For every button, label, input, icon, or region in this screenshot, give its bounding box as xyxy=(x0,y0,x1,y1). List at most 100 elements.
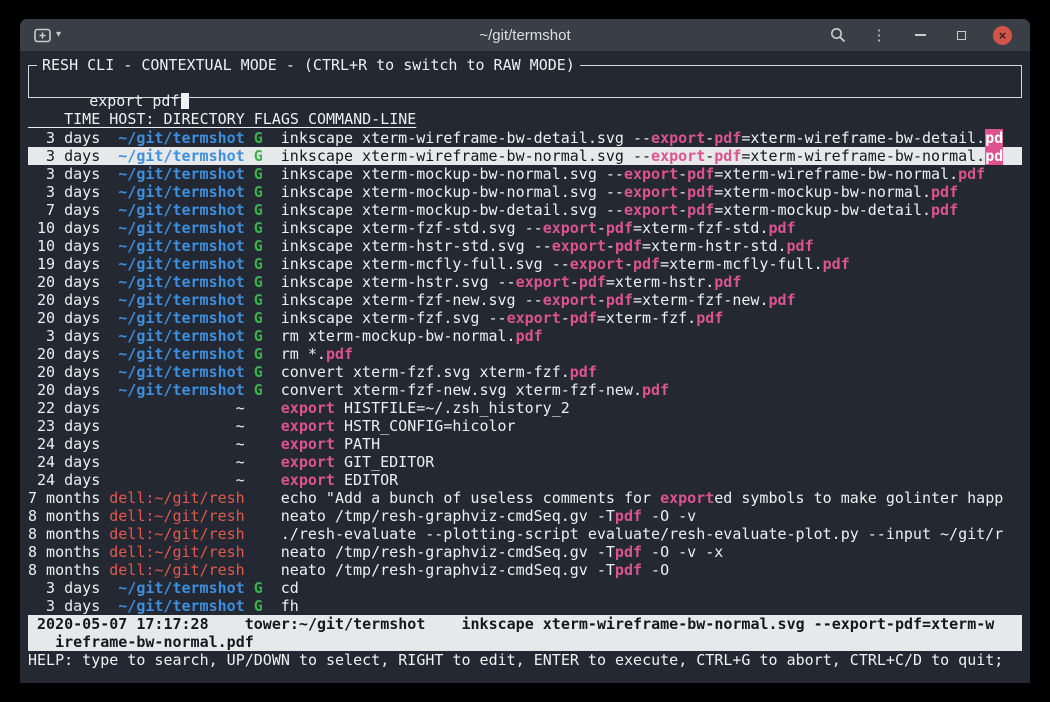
history-row[interactable]: 10 days~/git/termshotGinkscape xterm-fzf… xyxy=(28,219,1022,237)
search-icon xyxy=(830,27,846,43)
command-text: convert xterm-fzf-new.svg xterm-fzf-new. xyxy=(281,381,642,399)
entry-time: 8 months xyxy=(28,543,100,561)
history-row[interactable]: 8 monthsdell:~/git/reshneato /tmp/resh-g… xyxy=(28,507,1022,525)
match-highlight: export xyxy=(543,291,597,309)
history-row[interactable]: 8 monthsdell:~/git/reshneato /tmp/resh-g… xyxy=(28,561,1022,579)
entry-flags: G xyxy=(254,345,263,363)
match-highlight: pdf xyxy=(579,273,606,291)
history-row[interactable]: 20 days~/git/termshotGinkscape xterm-fzf… xyxy=(28,291,1022,309)
new-tab-button[interactable]: ▾ xyxy=(34,28,61,43)
history-row[interactable]: 8 monthsdell:~/git/resh./resh-evaluate -… xyxy=(28,525,1022,543)
history-row-selected[interactable]: 3 days~/git/termshotGinkscape xterm-wire… xyxy=(28,147,1022,165)
command-text: -O xyxy=(642,561,669,579)
command-text: -O -v xyxy=(642,507,696,525)
history-row[interactable]: 3 days~/git/termshotGcd xyxy=(28,579,1022,597)
match-highlight: export xyxy=(624,201,678,219)
history-row[interactable]: 24 days~export PATH xyxy=(28,435,1022,453)
entry-directory: ~ xyxy=(236,471,245,489)
history-row[interactable]: 7 monthsdell:~/git/reshecho "Add a bunch… xyxy=(28,489,1022,507)
entry-command: inkscape xterm-fzf-new.svg --export-pdf=… xyxy=(281,291,1022,309)
command-text: =xterm-fzf. xyxy=(597,309,696,327)
history-row[interactable]: 24 days ~ export EDITOR xyxy=(28,471,1022,489)
history-row[interactable]: 3 days~/git/termshotGinkscape xterm-mock… xyxy=(28,183,1022,201)
titlebar[interactable]: ▾ ~/git/termshot ⋮ × xyxy=(20,19,1030,51)
command-text: =xterm-mcfly-full. xyxy=(660,255,823,273)
entry-flags: G xyxy=(254,147,263,165)
entry-time: 3 days xyxy=(28,129,100,147)
history-row[interactable]: 20 days~/git/termshotGrm *.pdf xyxy=(28,345,1022,363)
entry-directory: ~/git/termshot xyxy=(118,129,244,147)
entry-time: 3 days xyxy=(28,165,100,183)
history-row[interactable]: 8 monthsdell:~/git/reshneato /tmp/resh-g… xyxy=(28,543,1022,561)
minimize-button[interactable] xyxy=(911,26,929,44)
command-text: HSTR_CONFIG=hicolor xyxy=(335,417,516,435)
entry-directory: ~/git/termshot xyxy=(118,165,244,183)
entry-time: 20 days xyxy=(28,345,100,363)
history-row[interactable]: 23 days~export HSTR_CONFIG=hicolor xyxy=(28,417,1022,435)
match-highlight: pdf xyxy=(326,345,353,363)
history-row[interactable]: 3 days~/git/termshotGfh xyxy=(28,597,1022,615)
history-row[interactable]: 24 days~export GIT_EDITOR xyxy=(28,453,1022,471)
command-text: GIT_EDITOR xyxy=(335,453,434,471)
history-row[interactable]: 3 days~/git/termshotGinkscape xterm-mock… xyxy=(28,165,1022,183)
history-row[interactable]: 20 days~/git/termshotGinkscape xterm-hst… xyxy=(28,273,1022,291)
command-text: EDITOR xyxy=(335,471,398,489)
entry-host-dir: ~/git/termshot xyxy=(109,363,244,381)
history-header: TIME HOST: DIRECTORY FLAGS COMMAND-LINE xyxy=(28,110,1022,128)
command-text: =xterm-wireframe-bw-normal. xyxy=(714,165,958,183)
match-highlight: pdf xyxy=(687,201,714,219)
search-button[interactable] xyxy=(829,26,847,44)
history-row[interactable]: 10 days~/git/termshotGinkscape xterm-hst… xyxy=(28,237,1022,255)
selected-entry-details: 2020-05-07 17:17:28 tower:~/git/termshot… xyxy=(28,615,1022,651)
match-highlight: pdf xyxy=(696,309,723,327)
entry-command: export EDITOR xyxy=(281,471,1022,489)
command-text: HISTFILE=~/.zsh_history_2 xyxy=(335,399,570,417)
entry-directory: ~/git/termshot xyxy=(118,255,244,273)
entry-flags: G xyxy=(254,579,263,597)
entry-directory: ~/git/termshot xyxy=(118,273,244,291)
history-row[interactable]: 3 days~/git/termshotGinkscape xterm-wire… xyxy=(28,129,1022,147)
command-text: =xterm-mockup-bw-normal. xyxy=(714,183,931,201)
history-row[interactable]: 20 days~/git/termshotGinkscape xterm-fzf… xyxy=(28,309,1022,327)
command-text: =xterm-mockup-bw-detail. xyxy=(714,201,931,219)
chevron-down-icon: ▾ xyxy=(56,30,61,40)
entry-directory: ~/git/termshot xyxy=(118,363,244,381)
entry-time: 3 days xyxy=(28,183,100,201)
history-row[interactable]: 3 days~/git/termshotGrm xterm-mockup-bw-… xyxy=(28,327,1022,345)
command-text: cd xyxy=(281,579,299,597)
menu-button[interactable]: ⋮ xyxy=(870,26,888,44)
command-text: PATH xyxy=(335,435,380,453)
entry-command: inkscape xterm-wireframe-bw-normal.svg -… xyxy=(281,147,1022,165)
close-button[interactable]: × xyxy=(993,26,1012,45)
entry-host-dir: dell:~/git/resh xyxy=(109,489,244,507)
entry-flags: G xyxy=(254,219,263,237)
entry-directory: ~/git/termshot xyxy=(118,381,244,399)
entry-directory: ~/git/termshot xyxy=(118,579,244,597)
entry-directory: ~/git/resh xyxy=(154,525,244,543)
entry-host-dir: ~/git/termshot xyxy=(109,183,244,201)
entry-time: 20 days xyxy=(28,363,100,381)
entry-host-dir: ~ xyxy=(109,435,244,453)
minimize-icon xyxy=(915,34,926,36)
command-text: rm *. xyxy=(281,345,326,363)
search-box[interactable]: RESH CLI - CONTEXTUAL MODE - (CTRL+R to … xyxy=(28,65,1022,98)
history-row[interactable]: 19 days~/git/termshotGinkscape xterm-mcf… xyxy=(28,255,1022,273)
history-row[interactable]: 20 days~/git/termshotGconvert xterm-fzf.… xyxy=(28,363,1022,381)
history-row[interactable]: 20 days~/git/termshotGconvert xterm-fzf-… xyxy=(28,381,1022,399)
history-row[interactable]: 7 days~/git/termshotGinkscape xterm-mock… xyxy=(28,201,1022,219)
entry-time: 24 days xyxy=(28,471,100,489)
match-highlight: export xyxy=(516,273,570,291)
search-input[interactable]: export pdf xyxy=(89,92,179,110)
entry-host-dir: ~/git/termshot xyxy=(109,219,244,237)
entry-host-dir: ~/git/termshot xyxy=(109,291,244,309)
entry-command: neato /tmp/resh-graphviz-cmdSeq.gv -Tpdf… xyxy=(281,561,1022,579)
command-text: inkscape xterm-wireframe-bw-normal.svg -… xyxy=(281,147,651,165)
entry-flags xyxy=(254,525,263,543)
match-highlight: pdf xyxy=(714,129,741,147)
entry-command: inkscape xterm-hstr-std.svg --export-pdf… xyxy=(281,237,1022,255)
match-highlight: pdf xyxy=(615,237,642,255)
entry-time: 19 days xyxy=(28,255,100,273)
entry-host-dir: dell:~/git/resh xyxy=(109,543,244,561)
restore-button[interactable] xyxy=(952,26,970,44)
history-row[interactable]: 22 days~export HISTFILE=~/.zsh_history_2 xyxy=(28,399,1022,417)
